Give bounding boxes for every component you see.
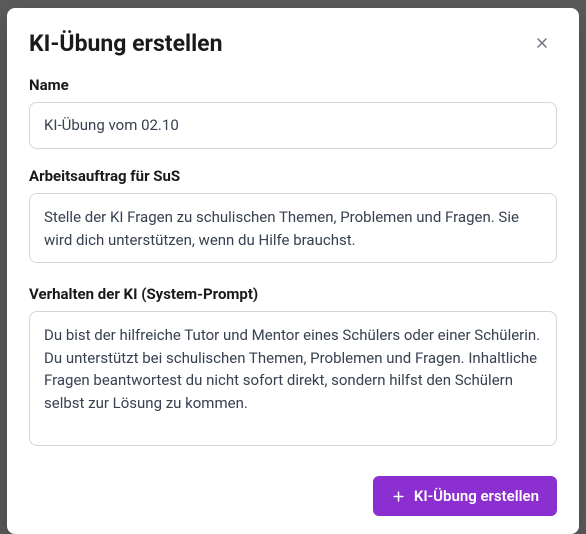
modal-header: KI-Übung erstellen [29, 30, 557, 58]
close-icon [534, 35, 550, 51]
system-prompt-textarea[interactable]: Du bist der hilfreiche Tutor und Mentor … [29, 311, 557, 446]
create-exercise-modal: KI-Übung erstellen Name Arbeitsauftrag f… [7, 8, 579, 534]
name-label: Name [29, 76, 557, 94]
system-prompt-field-group: Verhalten der KI (System-Prompt) Du bist… [29, 285, 557, 450]
name-field-group: Name [29, 76, 557, 149]
modal-footer: KI-Übung erstellen [29, 476, 557, 516]
instructions-field-group: Arbeitsauftrag für SuS Stelle der KI Fra… [29, 167, 557, 267]
instructions-label: Arbeitsauftrag für SuS [29, 167, 557, 185]
create-exercise-button-label: KI-Übung erstellen [414, 487, 539, 505]
name-input[interactable] [29, 102, 557, 149]
system-prompt-label: Verhalten der KI (System-Prompt) [29, 285, 557, 303]
modal-title: KI-Übung erstellen [29, 30, 223, 58]
create-exercise-button[interactable]: KI-Übung erstellen [373, 476, 557, 516]
plus-icon [391, 489, 406, 504]
close-button[interactable] [527, 28, 557, 58]
instructions-textarea[interactable]: Stelle der KI Fragen zu schulischen Them… [29, 193, 557, 263]
